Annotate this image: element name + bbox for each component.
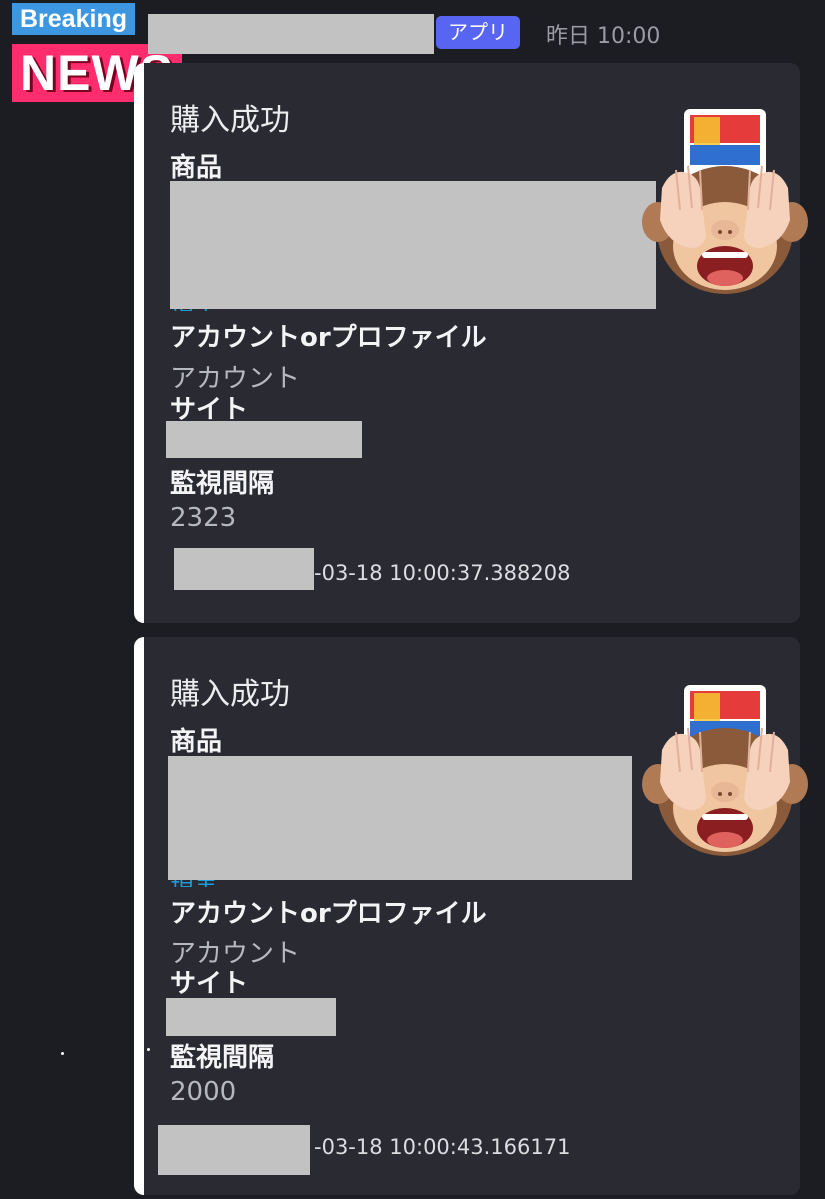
embed-footer-time: -03-18 10:00:43.166171 — [314, 1135, 571, 1159]
embed-card-1: 購入成功 商品 現実 アカウントorプロファイル アカウント サイト 監視間隔 … — [134, 63, 800, 623]
app-badge: アプリ — [436, 16, 520, 49]
embed-title: 購入成功 — [170, 677, 290, 712]
redacted-site — [166, 998, 336, 1036]
redacted-product — [170, 181, 656, 309]
see-no-evil-monkey-icon — [642, 165, 808, 294]
redacted-date-prefix — [174, 548, 314, 590]
embed-title: 購入成功 — [170, 103, 290, 138]
interval-label: 監視間隔 — [170, 1043, 275, 1073]
redacted-username — [148, 14, 434, 54]
see-no-evil-monkey-icon — [642, 727, 808, 856]
message-timestamp: 昨日 10:00 — [546, 24, 661, 49]
interval-value: 2323 — [170, 503, 237, 533]
interval-value: 2000 — [170, 1077, 237, 1107]
embed-accent-bar — [134, 637, 144, 1195]
stray-dot — [61, 1052, 64, 1055]
stray-dot — [147, 1048, 150, 1051]
embed-footer-time: -03-18 10:00:37.388208 — [314, 561, 571, 585]
account-label: アカウントorプロファイル — [170, 323, 487, 353]
product-label: 商品 — [170, 727, 223, 757]
site-label: サイト — [170, 969, 249, 999]
redacted-date-prefix — [158, 1125, 310, 1175]
product-label: 商品 — [170, 153, 223, 183]
redacted-site — [166, 421, 362, 458]
interval-label: 監視間隔 — [170, 469, 275, 499]
redacted-product — [168, 756, 632, 880]
embed-accent-bar — [134, 63, 144, 623]
breaking-badge: Breaking — [12, 3, 135, 35]
account-label: アカウントorプロファイル — [170, 899, 487, 929]
